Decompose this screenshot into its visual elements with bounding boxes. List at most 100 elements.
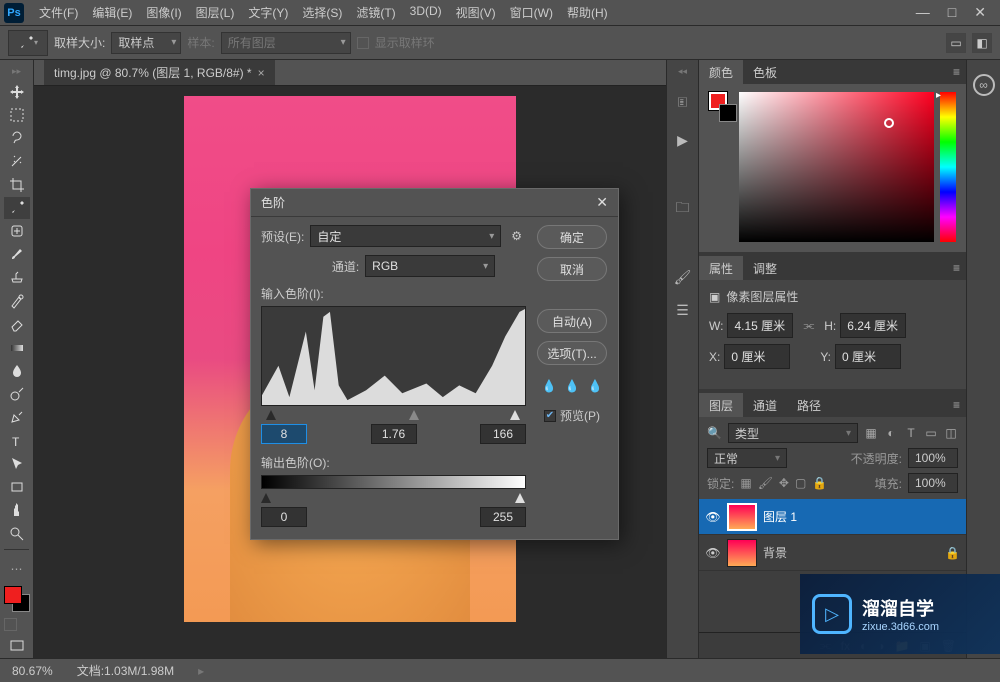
filter-adjust-icon[interactable]: ◐ [884,426,898,440]
gray-eyedropper-icon[interactable]: 💧 [565,379,580,393]
visibility-icon[interactable]: 👁 [705,510,721,524]
document-tab[interactable]: timg.jpg @ 80.7% (图层 1, RGB/8#) * × [44,60,275,85]
pen-tool[interactable] [4,407,30,428]
properties-tab[interactable]: 属性 [699,256,743,281]
menu-item[interactable]: 视图(V) [449,0,503,25]
rectangle-tool[interactable] [4,477,30,498]
history-brush-tool[interactable] [4,290,30,311]
cc-libraries-icon[interactable]: ∞ [973,74,995,96]
options-icon-1[interactable]: ▭ [946,33,966,53]
layer-filter-select[interactable]: 类型▾ [728,423,858,443]
brush-tool[interactable] [4,244,30,265]
move-tool[interactable] [4,81,30,102]
libraries-panel-icon[interactable]: 🗀 [676,197,690,221]
menu-item[interactable]: 滤镜(T) [349,0,402,25]
layer-thumbnail[interactable] [727,503,757,531]
crop-tool[interactable] [4,174,30,195]
menu-item[interactable]: 窗口(W) [503,0,560,25]
input-black-field[interactable]: 8 [261,424,307,444]
menu-item[interactable]: 图像(I) [139,0,188,25]
adjustments-tab[interactable]: 调整 [743,256,787,281]
ok-button[interactable]: 确定 [537,225,607,249]
blur-tool[interactable] [4,360,30,381]
options-icon-2[interactable]: ◧ [972,33,992,53]
x-field[interactable]: 0 厘米 [724,344,790,369]
status-arrow-icon[interactable]: ▸ [198,664,204,678]
maximize-button[interactable]: □ [948,4,956,21]
adjustments-panel-icon[interactable]: ☰ [676,302,689,319]
menu-item[interactable]: 选择(S) [295,0,349,25]
saturation-box[interactable] [739,92,934,242]
doc-info[interactable]: 文档:1.03M/1.98M [77,662,174,679]
menu-item[interactable]: 编辑(E) [85,0,139,25]
link-dimensions-icon[interactable]: ⫘ [797,318,820,333]
history-panel-icon[interactable]: 🗉 [677,92,687,116]
output-black-field[interactable]: 0 [261,507,307,527]
input-white-field[interactable]: 166 [480,424,526,444]
filter-type-icon[interactable]: T [904,426,918,440]
menu-item[interactable]: 帮助(H) [560,0,615,25]
color-swatches[interactable] [0,580,33,613]
gamma-handle[interactable] [409,410,419,420]
marquee-tool[interactable] [4,104,30,125]
lock-move-icon[interactable]: ✥ [779,476,789,490]
quick-mask-toggle[interactable] [0,614,33,635]
options-button[interactable]: 选项(T)... [537,341,607,365]
brushes-panel-icon[interactable]: 🖌 [674,269,692,286]
paths-tab[interactable]: 路径 [787,393,831,418]
show-ring-checkbox[interactable] [357,37,369,49]
lock-artboard-icon[interactable]: ▢ [795,476,806,490]
layer-item[interactable]: 👁 图层 1 [699,499,966,535]
input-slider[interactable] [261,408,526,420]
close-button[interactable]: ✕ [974,4,986,21]
output-black-handle[interactable] [261,493,271,503]
black-eyedropper-icon[interactable]: 💧 [542,379,557,393]
magic-wand-tool[interactable] [4,151,30,172]
zoom-level[interactable]: 80.67% [12,664,53,678]
layer-name[interactable]: 背景 [763,544,787,561]
auto-button[interactable]: 自动(A) [537,309,607,333]
layer-item[interactable]: 👁 背景 🔒 [699,535,966,571]
screen-mode-button[interactable] [4,636,30,657]
output-white-field[interactable]: 255 [480,507,526,527]
height-field[interactable]: 6.24 厘米 [840,313,906,338]
opacity-field[interactable]: 100% [908,448,958,468]
width-field[interactable]: 4.15 厘米 [727,313,793,338]
path-selection-tool[interactable] [4,453,30,474]
type-tool[interactable]: T [4,430,30,451]
hand-tool[interactable] [4,500,30,521]
white-eyedropper-icon[interactable]: 💧 [587,379,602,393]
sample-size-select[interactable]: 取样点 [111,32,181,54]
layer-filter-icons[interactable]: ▦ ◐ T ▭ ◫ [864,426,958,440]
dialog-close-icon[interactable]: ✕ [596,194,608,211]
close-tab-icon[interactable]: × [258,66,265,80]
eyedropper-tool[interactable] [4,197,30,218]
expand-strip-icon[interactable]: ◂◂ [678,66,687,76]
black-point-handle[interactable] [266,410,276,420]
hue-slider[interactable]: ▸ [940,92,956,242]
lock-paint-icon[interactable]: 🖌 [758,476,773,490]
edit-toolbar-icon[interactable]: ⋯ [4,558,30,579]
fill-field[interactable]: 100% [908,473,958,493]
tool-preset-picker[interactable]: ▾ [8,30,48,56]
layers-panel-menu-icon[interactable]: ≡ [953,398,966,412]
preset-select[interactable]: 自定 [310,225,501,247]
filter-pixel-icon[interactable]: ▦ [864,426,878,440]
color-panel-bg[interactable] [719,104,737,122]
y-field[interactable]: 0 厘米 [835,344,901,369]
menu-item[interactable]: 3D(D) [403,0,449,25]
minimize-button[interactable]: — [916,4,930,21]
filter-shape-icon[interactable]: ▭ [924,426,938,440]
lasso-tool[interactable] [4,128,30,149]
preset-gear-icon[interactable]: ⚙ [507,229,526,243]
filter-smart-icon[interactable]: ◫ [944,426,958,440]
channel-select[interactable]: RGB [365,255,495,277]
menu-item[interactable]: 文字(Y) [241,0,295,25]
color-tab[interactable]: 颜色 [699,60,743,85]
input-gamma-field[interactable]: 1.76 [371,424,417,444]
zoom-tool[interactable] [4,523,30,544]
dodge-tool[interactable] [4,383,30,404]
output-slider[interactable] [261,491,526,503]
actions-panel-icon[interactable]: ▶ [677,132,688,149]
clone-stamp-tool[interactable] [4,267,30,288]
